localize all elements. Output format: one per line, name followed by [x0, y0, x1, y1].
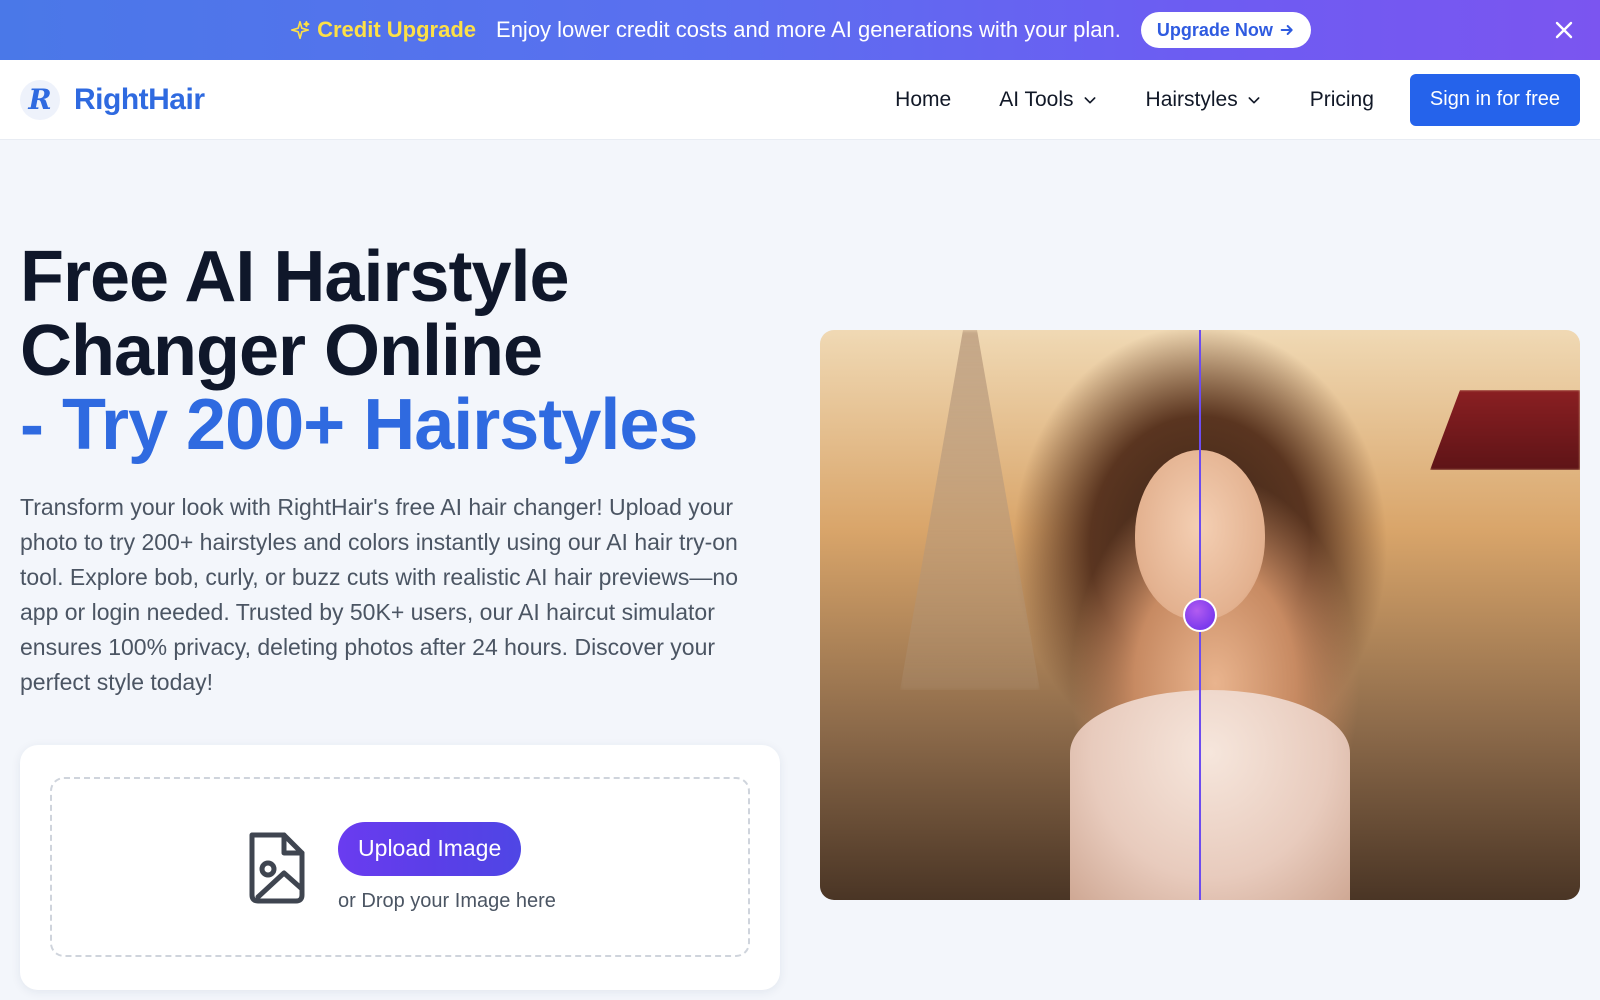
sign-in-button[interactable]: Sign in for free: [1409, 73, 1580, 126]
comparison-slider-handle[interactable]: [1183, 598, 1217, 632]
announcement-banner: Credit Upgrade Enjoy lower credit costs …: [0, 0, 1600, 60]
hero-title-line2: Changer Online: [20, 311, 543, 391]
chevron-down-icon: [1248, 96, 1260, 103]
banner-content: Credit Upgrade Enjoy lower credit costs …: [289, 12, 1311, 48]
chevron-down-icon: [1084, 96, 1095, 103]
brand-name: RightHair: [74, 82, 205, 116]
before-after-comparison[interactable]: [820, 330, 1580, 900]
nav-hairstyles-label: Hairstyles: [1145, 87, 1238, 111]
background-tower: [900, 330, 1040, 690]
hero-title: Free AI Hairstyle Changer Online - Try 2…: [20, 240, 800, 462]
banner-message: Enjoy lower credit costs and more AI gen…: [496, 17, 1121, 42]
site-header: R RightHair Home AI Tools Hairstyles Pri…: [0, 60, 1600, 140]
hero-description: Transform your look with RightHair's fre…: [20, 494, 738, 695]
upgrade-now-button[interactable]: Upgrade Now: [1140, 12, 1311, 48]
upgrade-now-label: Upgrade Now: [1156, 19, 1273, 40]
nav-pricing[interactable]: Pricing: [1310, 88, 1374, 112]
nav-home-label: Home: [895, 87, 952, 111]
banner-title-text: Credit Upgrade: [317, 17, 477, 42]
nav-pricing-label: Pricing: [1309, 87, 1374, 111]
nav-ai-tools[interactable]: AI Tools: [999, 88, 1097, 112]
sparkle-icon: [291, 20, 310, 40]
nav-hairstyles[interactable]: Hairstyles: [1146, 88, 1262, 112]
image-dropzone[interactable]: Upload Image or Drop your Image here: [50, 777, 750, 957]
drop-hint-text: or Drop your Image here: [338, 889, 556, 912]
upload-card: Upload Image or Drop your Image here: [20, 745, 780, 990]
hero-title-line1: Free AI Hairstyle: [20, 237, 570, 317]
arrow-right-icon: [1280, 25, 1293, 35]
model-dress: [1070, 690, 1350, 900]
background-awning: [1430, 390, 1580, 470]
main-nav: Home AI Tools Hairstyles Pricing: [895, 88, 1374, 112]
brand-logo-link[interactable]: R RightHair: [20, 79, 205, 120]
hero-title-accent: - Try 200+ Hairstyles: [20, 385, 698, 465]
image-file-icon: [249, 832, 305, 904]
upload-actions: Upload Image or Drop your Image here: [338, 821, 556, 913]
upload-image-button[interactable]: Upload Image: [338, 821, 522, 876]
banner-title: Credit Upgrade: [289, 17, 476, 43]
logo-icon: R: [20, 79, 60, 120]
close-icon[interactable]: [1552, 18, 1576, 42]
nav-home[interactable]: Home: [895, 88, 951, 112]
nav-ai-tools-label: AI Tools: [999, 87, 1074, 111]
